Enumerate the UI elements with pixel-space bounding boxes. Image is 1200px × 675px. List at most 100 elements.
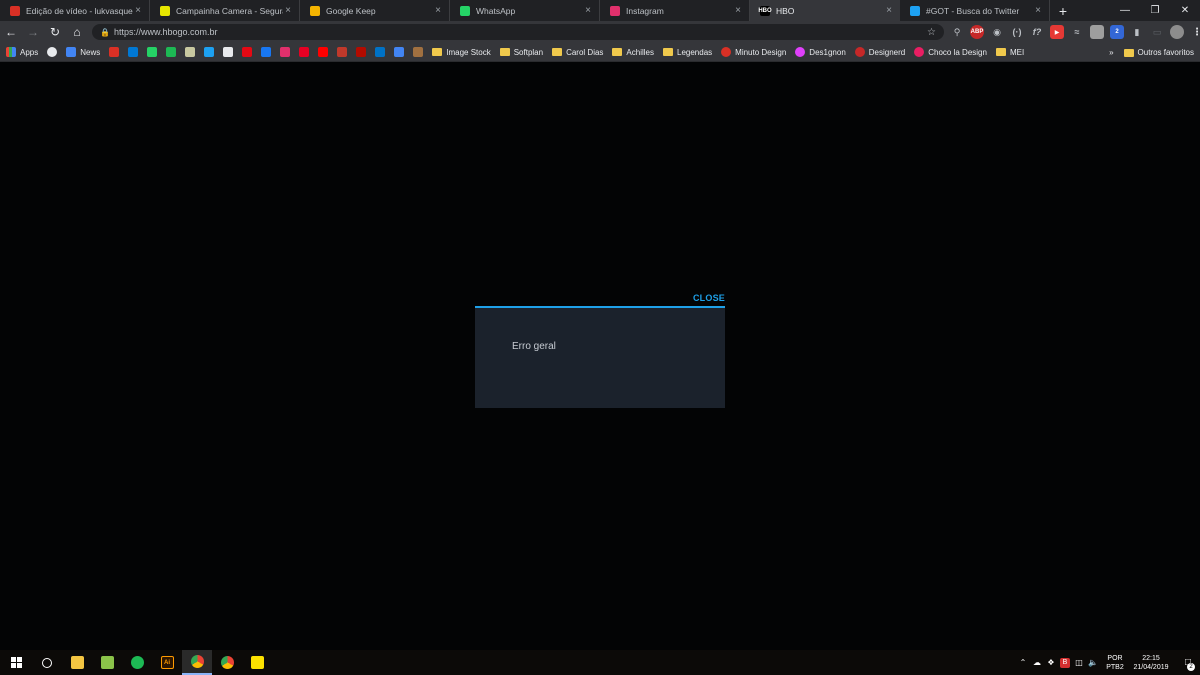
bookmark-icon-8[interactable] (261, 47, 272, 57)
formula-icon[interactable]: f? (1030, 25, 1044, 39)
adblock-icon[interactable]: ABP (970, 25, 984, 39)
bookmark-apps[interactable]: Apps (6, 47, 38, 57)
camera-icon[interactable]: ◉ (990, 25, 1004, 39)
bookmark-news[interactable]: News (66, 47, 100, 57)
more-bookmarks-button[interactable]: » (1109, 48, 1113, 57)
home-button[interactable]: ⌂ (66, 21, 88, 43)
back-button[interactable]: ← (0, 21, 22, 43)
bookmark-icon-16[interactable] (413, 47, 424, 57)
bookmark-icon-15[interactable] (394, 47, 405, 57)
screen-icon[interactable] (1090, 25, 1104, 39)
arrow-right-icon: → (27, 25, 39, 39)
cast-icon[interactable]: ▭ (1150, 25, 1164, 39)
bookmark-icon-5[interactable] (204, 47, 215, 57)
bookmark-6[interactable]: Des1gnon (795, 47, 846, 57)
chevron-up-icon[interactable]: ⌃ (1016, 650, 1030, 675)
news-icon (66, 47, 77, 57)
bookmark-7[interactable]: Designerd (854, 47, 905, 57)
extension-icon[interactable]: (·) (1010, 25, 1024, 39)
bookmark-icon-10[interactable] (299, 47, 310, 57)
minimize-button[interactable]: — (1110, 0, 1140, 21)
arrow-left-icon: ← (5, 25, 17, 39)
cortana-button[interactable] (32, 650, 62, 675)
tab-6[interactable]: #GOT - Busca do Twitter × (900, 0, 1050, 21)
folder-icon (432, 48, 443, 56)
tab-1[interactable]: Campainha Camera - Segurança× (150, 0, 300, 21)
bookmark-1[interactable]: Softplan (499, 48, 543, 57)
url-text[interactable]: https://www.hbogo.com.br (114, 27, 927, 37)
bookmark-other-favorites[interactable]: Outros favoritos (1123, 48, 1194, 57)
tab-2[interactable]: Google Keep × (300, 0, 450, 21)
tab-0[interactable]: Edição de vídeo - lukvasques@gi× (0, 0, 150, 21)
instagram-icon (610, 5, 620, 16)
taskbar-chrome-2[interactable] (212, 650, 242, 675)
tab-close-icon[interactable]: × (884, 5, 894, 16)
new-tab-button[interactable]: + (1050, 0, 1076, 21)
wave-icon[interactable]: ≈ (1070, 25, 1084, 39)
tab-close-icon[interactable]: × (133, 5, 143, 16)
bookmark-0[interactable]: Image Stock (432, 48, 491, 57)
bookmark-icon-12[interactable] (337, 47, 348, 57)
bookmark-icon-14[interactable] (375, 47, 386, 57)
badge-extension-icon[interactable]: 2 (1110, 25, 1124, 39)
bookmark-5[interactable]: Minuto Design (721, 47, 786, 57)
forward-button[interactable]: → (22, 21, 44, 43)
b-app-icon[interactable]: B (1058, 650, 1072, 675)
start-button[interactable] (0, 650, 32, 675)
system-tray: ⌃ ☁ ❖ B ◫ 🔈 POR PTB2 22:15 21/04/2019 □ … (1016, 650, 1200, 675)
bookmark-8[interactable]: Choco la Design (914, 47, 987, 57)
video-icon[interactable]: ▶ (1050, 25, 1064, 39)
taskbar-file-explorer[interactable] (62, 650, 92, 675)
bookmark-icon-11[interactable] (318, 47, 329, 57)
tab-4[interactable]: Instagram × (600, 0, 750, 21)
taskbar-sticky-notes[interactable] (242, 650, 272, 675)
taskbar-app-layers[interactable] (92, 650, 122, 675)
tab-close-icon[interactable]: × (1033, 5, 1043, 16)
close-window-button[interactable]: ✕ (1170, 0, 1200, 21)
bookmark-4[interactable]: Legendas (663, 48, 712, 57)
restore-button[interactable]: ❐ (1140, 0, 1170, 21)
taskbar-chrome[interactable] (182, 650, 212, 675)
site-favicon-icon (795, 47, 806, 57)
bookmark-icon-7[interactable] (242, 47, 253, 57)
profile-avatar[interactable] (1170, 25, 1184, 39)
bookmark-icon-13[interactable] (356, 47, 367, 57)
taskbar-illustrator[interactable]: Ai (152, 650, 182, 675)
taskbar-spotify[interactable] (122, 650, 152, 675)
microphone-icon[interactable]: ▮ (1130, 25, 1144, 39)
square-red-icon (337, 47, 348, 57)
dropbox-icon[interactable]: ❖ (1044, 650, 1058, 675)
modal-close-button[interactable]: CLOSE (690, 293, 725, 303)
action-center-button[interactable]: □ 2 (1176, 650, 1200, 675)
bookmark-icon-1[interactable] (128, 47, 139, 57)
site-favicon-icon (854, 47, 865, 57)
bookmark-3[interactable]: Achilles (612, 48, 654, 57)
tab-3[interactable]: WhatsApp × (450, 0, 600, 21)
bookmark-9[interactable]: MEI (995, 48, 1024, 57)
network-icon[interactable]: ◫ (1072, 650, 1086, 675)
tab-close-icon[interactable]: × (583, 5, 593, 16)
illustrator-icon: Ai (160, 656, 174, 669)
star-icon[interactable]: ☆ (927, 27, 936, 38)
bookmark-icon-6[interactable] (223, 47, 234, 57)
location-icon[interactable]: ⚲ (950, 25, 964, 39)
menu-icon[interactable]: ⋮ (1190, 25, 1200, 39)
bookmark-icon-github[interactable] (47, 47, 58, 57)
tab-close-icon[interactable]: × (433, 5, 443, 16)
bookmark-icon-9[interactable] (280, 47, 291, 57)
bookmark-icon-0[interactable] (109, 47, 120, 57)
tab-close-icon[interactable]: × (733, 5, 743, 16)
tab-close-icon[interactable]: × (283, 5, 293, 16)
tab-5[interactable]: HBO HBO × (750, 0, 900, 21)
volume-icon[interactable]: 🔈 (1086, 650, 1100, 675)
address-bar[interactable]: 🔒 https://www.hbogo.com.br ☆ (92, 24, 944, 40)
bookmark-2[interactable]: Carol Dias (552, 48, 603, 57)
bookmark-icon-4[interactable] (185, 47, 196, 57)
bookmark-icon-3[interactable] (166, 47, 177, 57)
cloud-icon[interactable]: ☁ (1030, 650, 1044, 675)
clock[interactable]: 22:15 21/04/2019 (1130, 654, 1172, 672)
reload-button[interactable]: ↻ (44, 21, 66, 43)
tab-title: HBO (776, 5, 795, 16)
bookmark-icon-2[interactable] (147, 47, 158, 57)
language-indicator[interactable]: POR PTB2 (1104, 654, 1126, 672)
